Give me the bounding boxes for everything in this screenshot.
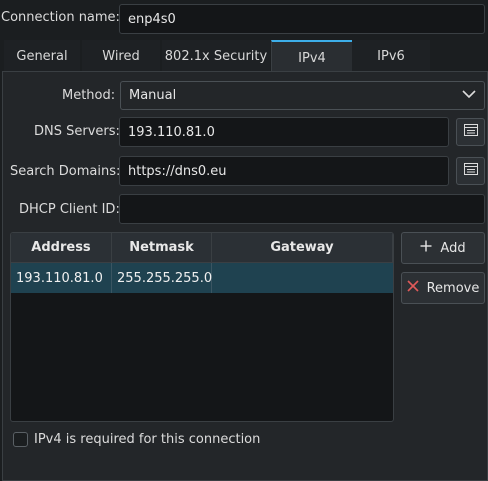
- search-domains-edit-button[interactable]: [456, 157, 485, 185]
- column-header-gateway[interactable]: Gateway: [212, 233, 393, 263]
- dhcp-client-id-label: DHCP Client ID:: [19, 202, 120, 217]
- edit-list-icon: [463, 163, 478, 179]
- remove-button-label: Remove: [426, 280, 480, 296]
- tab-ipv4-label: IPv4: [298, 50, 326, 66]
- tab-8021x-security-label: 802.1x Security: [164, 48, 268, 64]
- close-icon: [407, 280, 419, 296]
- tab-general-label: General: [16, 48, 68, 64]
- tab-bar: General Wired 802.1x Security IPv4 IPv6: [0, 40, 488, 74]
- dns-servers-label: DNS Servers:: [34, 124, 120, 139]
- dns-edit-button[interactable]: [456, 118, 485, 146]
- search-domains-input[interactable]: https://dns0.eu: [119, 156, 449, 186]
- tab-wired[interactable]: Wired: [82, 40, 160, 72]
- cell-address[interactable]: 193.110.81.0: [11, 263, 112, 293]
- add-button-label: Add: [440, 240, 466, 256]
- method-select[interactable]: Manual: [120, 81, 485, 110]
- plus-icon: [420, 240, 432, 256]
- ipv4-required-checkbox[interactable]: [13, 432, 28, 447]
- method-label: Method:: [62, 88, 116, 103]
- search-domains-label: Search Domains:: [10, 164, 121, 179]
- connection-name-label: Connection name:: [1, 10, 120, 25]
- tab-wired-label: Wired: [102, 48, 140, 64]
- tab-ipv6-label: IPv6: [377, 48, 405, 64]
- tab-ipv6[interactable]: IPv6: [352, 40, 430, 72]
- dhcp-client-id-input[interactable]: [119, 194, 485, 224]
- tab-ipv4[interactable]: IPv4: [271, 40, 353, 74]
- remove-button[interactable]: Remove: [401, 272, 485, 304]
- connection-name-field[interactable]: enp4s0: [119, 4, 485, 34]
- column-header-address[interactable]: Address: [11, 233, 112, 263]
- edit-list-icon: [463, 124, 478, 140]
- search-domains-value: https://dns0.eu: [128, 163, 227, 179]
- cell-gateway[interactable]: [212, 263, 393, 293]
- dns-servers-value: 193.110.81.0: [128, 124, 215, 140]
- table-row[interactable]: 193.110.81.0 255.255.255.0: [11, 263, 393, 293]
- method-value: Manual: [129, 88, 177, 103]
- chevron-down-icon: [462, 88, 476, 103]
- dns-servers-input[interactable]: 193.110.81.0: [119, 117, 449, 147]
- cell-netmask[interactable]: 255.255.255.0: [112, 263, 212, 293]
- column-header-netmask[interactable]: Netmask: [112, 233, 212, 263]
- ipv4-required-label[interactable]: IPv4 is required for this connection: [34, 432, 260, 447]
- address-table[interactable]: Address Netmask Gateway 193.110.81.0 255…: [10, 232, 394, 422]
- tab-general[interactable]: General: [4, 40, 80, 72]
- tab-8021x-security[interactable]: 802.1x Security: [162, 40, 270, 72]
- connection-name-value: enp4s0: [128, 11, 176, 27]
- add-button[interactable]: Add: [401, 232, 485, 264]
